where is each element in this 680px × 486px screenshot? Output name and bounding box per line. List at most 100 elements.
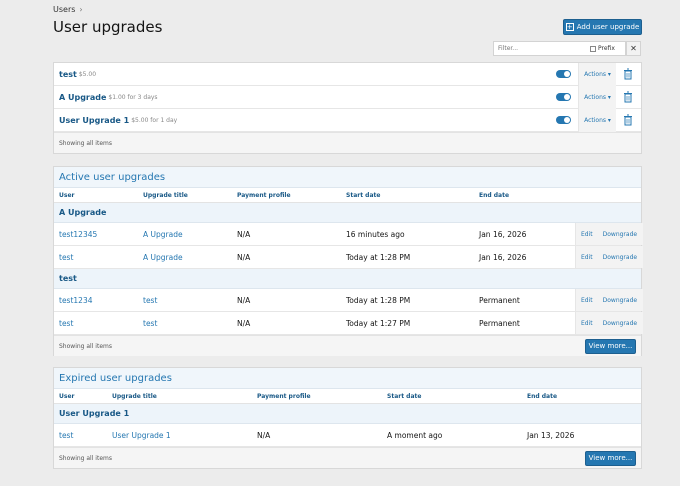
user-link[interactable]: test12345 (59, 230, 97, 239)
downgrade-link[interactable]: Downgrade (603, 254, 637, 261)
col-payment-profile: Payment profile (257, 392, 311, 400)
end-date: Jan 16, 2026 (479, 252, 527, 262)
edit-link[interactable]: Edit (581, 320, 593, 327)
start-date: A moment ago (387, 430, 443, 440)
upgrade-toggle[interactable] (556, 70, 571, 78)
trash-icon[interactable] (622, 114, 634, 126)
user-link[interactable]: test (59, 319, 73, 328)
prefix-option[interactable]: Prefix (590, 45, 615, 52)
col-upgrade-title: Upgrade title (143, 191, 188, 199)
user-link[interactable]: test1234 (59, 296, 93, 305)
upgrade-link[interactable]: test (143, 319, 157, 328)
upgrade-link[interactable]: test (143, 296, 157, 305)
start-date: Today at 1:28 PM (346, 252, 411, 262)
col-upgrade-title: Upgrade title (112, 392, 157, 400)
group-header: A Upgrade (54, 203, 641, 223)
end-date: Jan 13, 2026 (527, 430, 575, 440)
plus-icon: + (565, 22, 574, 31)
upgrade-link[interactable]: User Upgrade 1 (112, 431, 171, 440)
downgrade-link[interactable]: Downgrade (603, 320, 637, 327)
col-end-date: End date (527, 392, 558, 400)
filter-bar: Prefix (493, 41, 626, 56)
breadcrumb-users[interactable]: Users (53, 5, 75, 14)
table-footer: Showing all items View more... (54, 335, 641, 356)
trash-icon[interactable] (622, 68, 634, 80)
prefix-checkbox[interactable] (590, 45, 596, 52)
downgrade-link[interactable]: Downgrade (603, 231, 637, 238)
expired-upgrades-section: Expired user upgrades User Upgrade title… (53, 367, 642, 469)
col-user: User (59, 392, 75, 400)
table-header: User Upgrade title Payment profile Start… (54, 389, 641, 404)
row-actions: Edit Downgrade (575, 246, 643, 268)
view-more-button[interactable]: View more... (585, 338, 636, 354)
upgrade-toggle[interactable] (556, 116, 571, 124)
start-date: 16 minutes ago (346, 229, 405, 239)
row-actions: Edit Downgrade (575, 312, 643, 334)
table-row: test User Upgrade 1 N/A A moment ago Jan… (54, 424, 641, 447)
upgrade-toggle[interactable] (556, 93, 571, 101)
col-end-date: End date (479, 191, 510, 199)
table-row: test test N/A Today at 1:27 PM Permanent… (54, 312, 643, 335)
start-date: Today at 1:28 PM (346, 295, 411, 305)
page-title: User upgrades (53, 18, 163, 36)
payment-profile: N/A (237, 229, 251, 239)
table-row: test1234 test N/A Today at 1:28 PM Perma… (54, 289, 643, 312)
row-actions: Edit Downgrade (575, 289, 643, 311)
table-row: test12345 A Upgrade N/A 16 minutes ago J… (54, 223, 643, 246)
trash-icon[interactable] (622, 91, 634, 103)
col-user: User (59, 191, 75, 199)
downgrade-link[interactable]: Downgrade (603, 297, 637, 304)
payment-profile: N/A (257, 430, 271, 440)
chevron-right-icon: › (79, 5, 83, 14)
showing-all-text: Showing all items (59, 454, 112, 462)
add-user-upgrade-button[interactable]: + Add user upgrade (563, 19, 642, 35)
actions-menu-button[interactable]: Actions ▾ (578, 62, 616, 86)
view-more-button[interactable]: View more... (585, 450, 636, 466)
prefix-label: Prefix (598, 45, 615, 52)
list-footer: Showing all items (54, 132, 641, 153)
col-payment-profile: Payment profile (237, 191, 291, 199)
table-footer: Showing all items View more... (54, 447, 641, 468)
payment-profile: N/A (237, 318, 251, 328)
upgrade-link[interactable]: A Upgrade (143, 230, 183, 239)
upgrades-list: test $5.00 Actions ▾ A Upgrade $1.00 for… (53, 62, 642, 154)
upgrade-name-link[interactable]: User Upgrade 1 (54, 116, 129, 125)
group-header: test (54, 269, 641, 289)
user-link[interactable]: test (59, 431, 73, 440)
edit-link[interactable]: Edit (581, 231, 593, 238)
payment-profile: N/A (237, 252, 251, 262)
table-row: test A Upgrade N/A Today at 1:28 PM Jan … (54, 246, 643, 269)
group-header: User Upgrade 1 (54, 404, 641, 424)
add-button-label: Add user upgrade (576, 23, 640, 31)
actions-menu-button[interactable]: Actions ▾ (578, 108, 616, 132)
section-title: Active user upgrades (54, 167, 641, 188)
active-upgrades-section: Active user upgrades User Upgrade title … (53, 166, 643, 356)
upgrade-name-link[interactable]: A Upgrade (54, 93, 106, 102)
upgrade-link[interactable]: A Upgrade (143, 253, 183, 262)
row-actions: Edit Downgrade (575, 223, 643, 245)
actions-menu-button[interactable]: Actions ▾ (578, 85, 616, 109)
upgrade-cost: $5.00 for 1 day (131, 116, 178, 124)
table-header: User Upgrade title Payment profile Start… (54, 188, 641, 203)
col-start-date: Start date (346, 191, 381, 199)
upgrade-row: User Upgrade 1 $5.00 for 1 day Actions ▾ (54, 108, 641, 132)
end-date: Permanent (479, 318, 520, 328)
end-date: Permanent (479, 295, 520, 305)
user-link[interactable]: test (59, 253, 73, 262)
start-date: Today at 1:27 PM (346, 318, 411, 328)
upgrade-row: A Upgrade $1.00 for 3 days Actions ▾ (54, 85, 641, 109)
col-start-date: Start date (387, 392, 422, 400)
section-title: Expired user upgrades (54, 368, 641, 389)
upgrade-cost: $5.00 (78, 70, 97, 78)
end-date: Jan 16, 2026 (479, 229, 527, 239)
edit-link[interactable]: Edit (581, 297, 593, 304)
upgrade-cost: $1.00 for 3 days (108, 93, 158, 101)
filter-input[interactable] (494, 45, 590, 52)
payment-profile: N/A (237, 295, 251, 305)
upgrade-name-link[interactable]: test (54, 70, 77, 79)
breadcrumb: Users › (53, 5, 83, 14)
showing-all-text: Showing all items (59, 342, 112, 350)
filter-clear-button[interactable]: ✕ (626, 41, 641, 56)
upgrade-row: test $5.00 Actions ▾ (54, 62, 641, 86)
edit-link[interactable]: Edit (581, 254, 593, 261)
